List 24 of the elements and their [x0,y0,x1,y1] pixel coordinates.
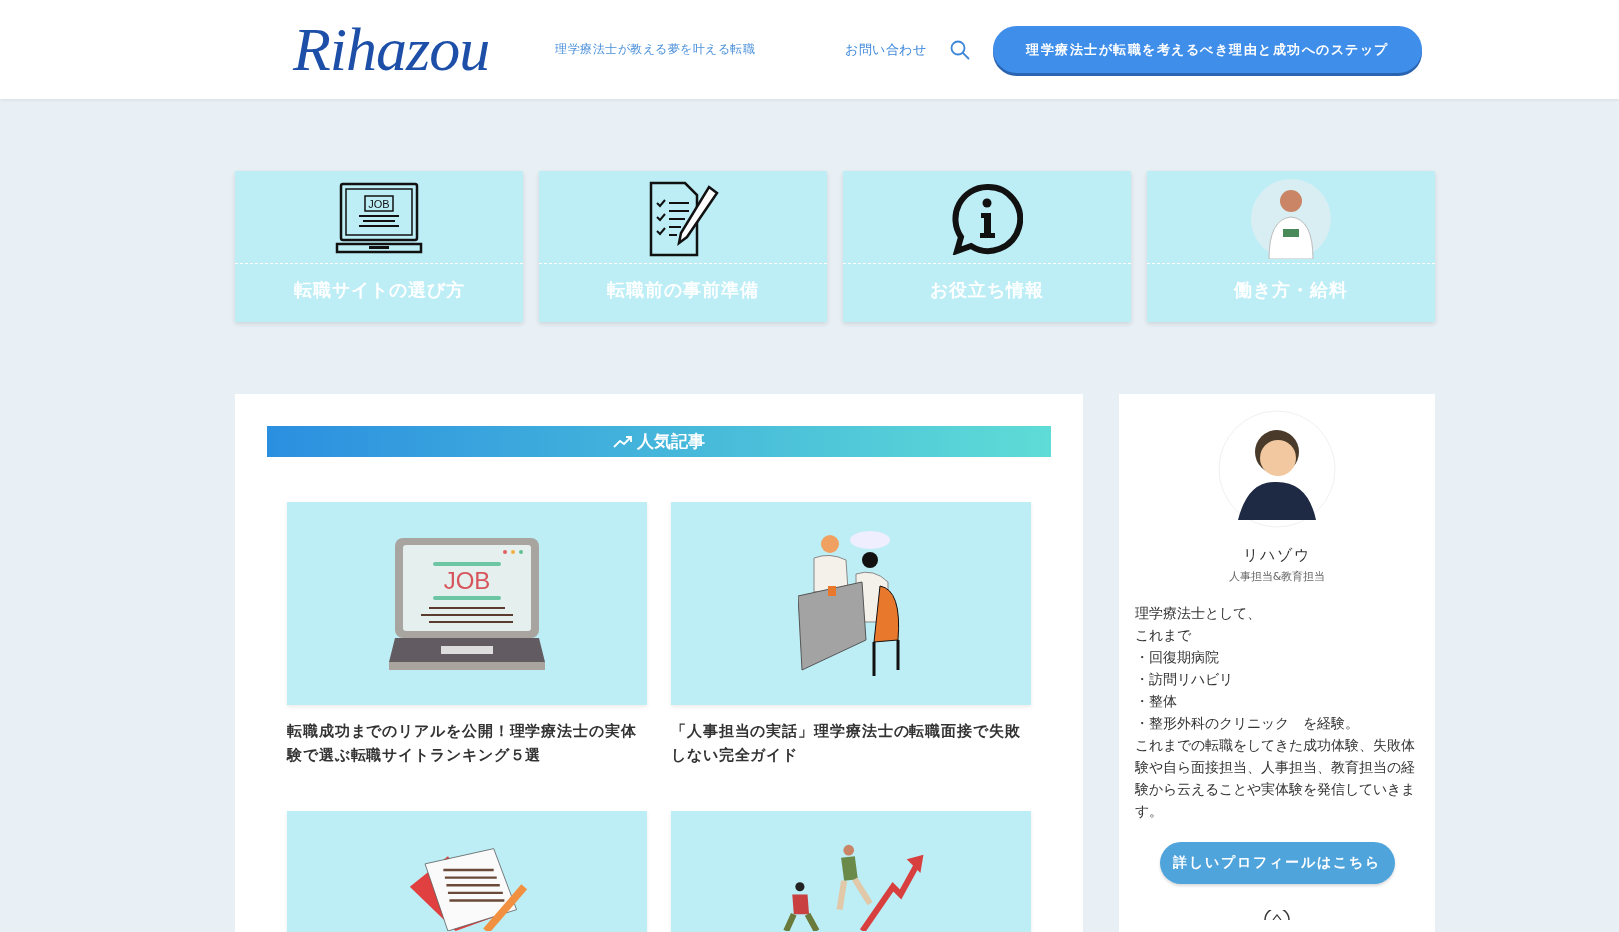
category-card[interactable]: JOB 転職サイトの選び方 [235,171,523,322]
screen-label: JOB [368,198,390,210]
bio-line: これまで [1135,626,1192,645]
bio-line: ・訪問リハビリ [1135,670,1234,689]
info-icon [951,183,1023,255]
article-card[interactable]: JOB 転職成功までのリアルを公開！理学療法士の実体験で選ぶ転職サイトランキング５選 [287,502,647,791]
bio-line: ・整体 [1135,692,1178,711]
search-icon[interactable] [950,39,970,60]
site-tagline: 理学療法士が教える夢を叶える転職 [555,41,755,58]
cta-button[interactable]: 理学療法士が転職を考えるべき理由と成功へのステップ [993,26,1422,73]
trend-icon [613,435,633,448]
site-logo[interactable]: Rihazou [293,14,493,85]
profile-button[interactable]: 詳しいプロフィールはこちら [1159,842,1395,884]
heading-text: 人気記事 [637,430,705,453]
bio-line: ・整形外科のクリニック を経験。 [1135,714,1360,733]
circle-icon [1264,910,1290,920]
bio-line: 理学療法士として、 [1135,604,1262,623]
bio-line: これまでの転職をしてきた成功体験、失敗体験や自ら面接担当、人事担当、教育担当の経験から云えることや実体験を発信していきます。 [1135,736,1416,821]
bio-line: ・回復期病院 [1135,648,1220,667]
profile-role: 人事担当&教育担当 [1228,569,1326,584]
article-card[interactable]: 「人事担当の実話」理学療法士の転職面接で失敗しない完全ガイド [671,502,1031,791]
screen-label: JOB [443,566,491,594]
profile-name: リハゾウ [1243,546,1311,565]
contact-link[interactable]: お問い合わせ [845,40,926,59]
